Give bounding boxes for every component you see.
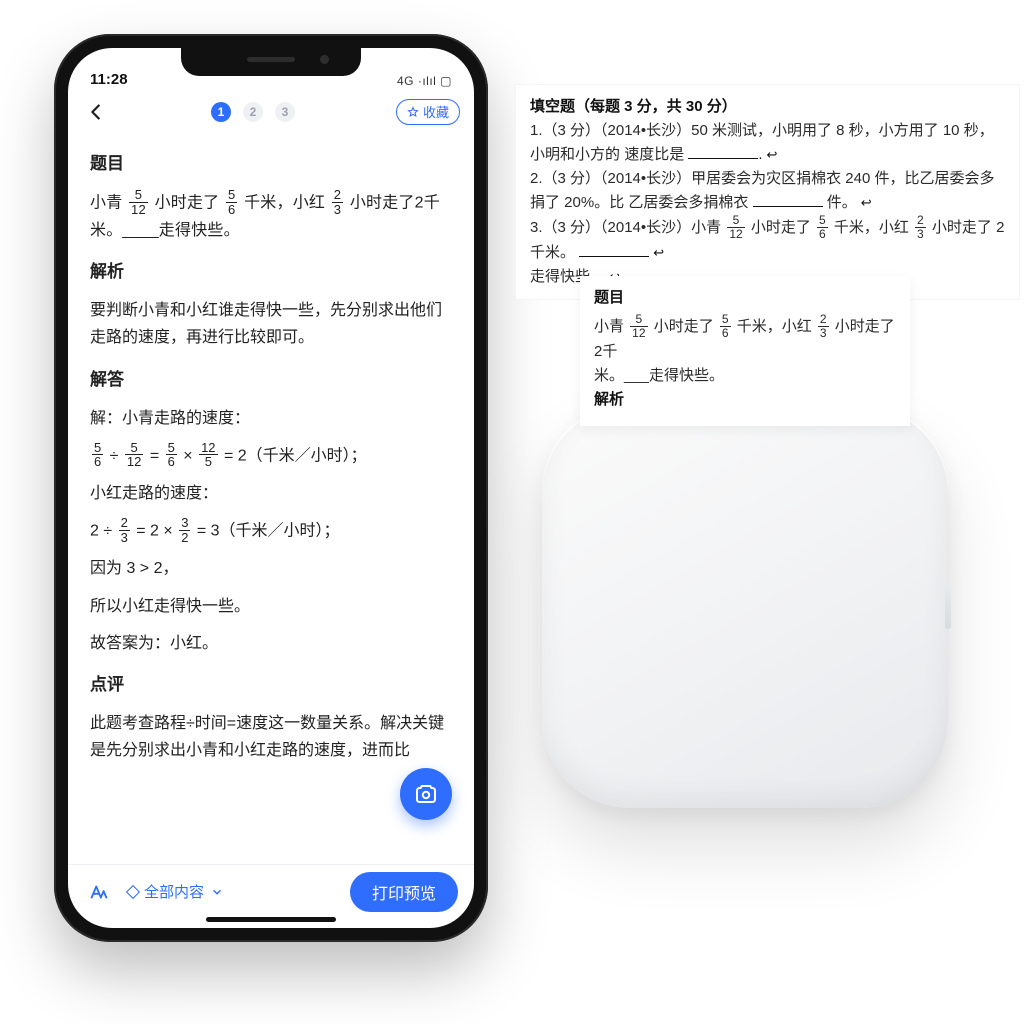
- answer-line-3: 小红走路的速度：: [90, 480, 452, 507]
- favorite-button[interactable]: 收藏: [396, 99, 460, 125]
- blank-field: [753, 194, 823, 208]
- answer-line-4: 2 ÷ 23 = 2 × 32 = 3（千米／小时）；: [90, 517, 452, 545]
- answer-line-7: 故答案为：小红。: [90, 630, 452, 657]
- section-answer-heading: 解答: [90, 366, 452, 395]
- print-preview-label: 打印预览: [372, 886, 436, 903]
- chevron-down-icon: [210, 885, 224, 899]
- phone-frame: 11:28 4G ·ılıl ▢ 1 2 3 收藏 题目 小青 512 小时走了…: [54, 34, 488, 942]
- receipt-paper: 题目 小青 512 小时走了 56 千米，小红 23 小时走了2千米。___走得…: [580, 276, 910, 426]
- content-area[interactable]: 题目 小青 512 小时走了 56 千米，小红 23 小时走了2千米。____走…: [68, 136, 474, 864]
- status-network: 4G ·ılıl ▢: [397, 74, 452, 88]
- receipt-topic-heading: 题目: [594, 286, 896, 310]
- pager-dot-2[interactable]: 2: [243, 102, 263, 122]
- worksheet-q1a: 1.（3 分）（2014•长沙）50 米测试，小明用了 8 秒，小方用了 10 …: [530, 122, 994, 163]
- section-analysis-text: 要判断小青和小红谁走得快一些，先分别求出他们走路的速度，再进行比较即可。: [90, 297, 452, 351]
- worksheet-q2c: 件。: [827, 194, 857, 211]
- section-topic-text: 小青 512 小时走了 56 千米，小红 23 小时走了2千米。____走得快些…: [90, 189, 452, 244]
- answer-line-2: 56 ÷ 512 = 56 × 125 = 2（千米／小时）；: [90, 442, 452, 470]
- scope-selector[interactable]: 全部内容: [128, 881, 336, 902]
- favorite-label: 收藏: [423, 102, 449, 121]
- camera-fab[interactable]: [400, 768, 452, 820]
- worksheet-paper: 填空题（每题 3 分，共 30 分） 1.（3 分）（2014•长沙）50 米测…: [515, 84, 1020, 300]
- home-indicator: [206, 917, 336, 922]
- notch: [181, 48, 361, 76]
- back-button[interactable]: [82, 98, 110, 126]
- answer-line-6: 所以小红走得快一些。: [90, 593, 452, 620]
- app-header: 1 2 3 收藏: [68, 92, 474, 136]
- pager: 1 2 3: [110, 102, 396, 122]
- blank-field: [579, 244, 649, 258]
- mini-printer: [542, 404, 948, 808]
- answer-line-1: 解：小青走路的速度：: [90, 405, 452, 432]
- section-review-heading: 点评: [90, 671, 452, 700]
- font-tool-icon[interactable]: [84, 877, 114, 907]
- worksheet-q1b: 速度比是: [624, 146, 684, 163]
- phone-screen: 11:28 4G ·ılıl ▢ 1 2 3 收藏 题目 小青 512 小时走了…: [68, 48, 474, 928]
- worksheet-q2b: 乙居委会多捐棉衣: [628, 194, 748, 211]
- blank-field: [688, 146, 758, 160]
- diamond-icon: [126, 884, 140, 898]
- pager-dot-1[interactable]: 1: [211, 102, 231, 122]
- receipt-analysis-heading: 解析: [594, 388, 896, 412]
- section-analysis-heading: 解析: [90, 258, 452, 287]
- section-topic-heading: 题目: [90, 150, 452, 179]
- worksheet-title: 填空题（每题 3 分，共 30 分）: [530, 98, 737, 115]
- print-preview-button[interactable]: 打印预览: [350, 872, 458, 912]
- answer-line-5: 因为 3 > 2，: [90, 555, 452, 582]
- scope-label: 全部内容: [144, 881, 204, 902]
- section-review-text: 此题考查路程÷时间=速度这一数量关系。解决关键是先分别求出小青和小红走路的速度，…: [90, 710, 452, 764]
- receipt-topic-text: 小青 512 小时走了 56 千米，小红 23 小时走了2千米。___走得快些。: [594, 314, 896, 388]
- pager-dot-3[interactable]: 3: [275, 102, 295, 122]
- status-time: 11:28: [90, 71, 128, 88]
